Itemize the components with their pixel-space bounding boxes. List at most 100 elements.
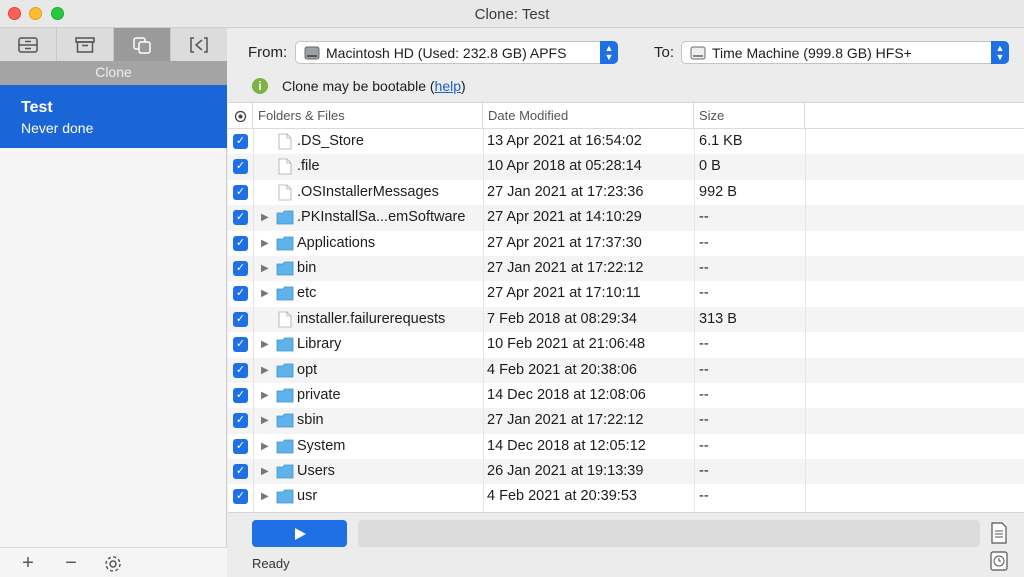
include-checkbox[interactable]: ✓ xyxy=(233,489,248,505)
select-all-header[interactable] xyxy=(228,103,253,129)
file-date-modified: 4 Feb 2021 at 20:39:53 xyxy=(487,488,637,505)
chevron-updown-icon: ▲ ▼ xyxy=(600,41,618,64)
disclosure-triangle-icon[interactable]: ▶ xyxy=(261,231,269,256)
mode-tabs xyxy=(0,28,227,61)
tab-drive[interactable] xyxy=(0,28,57,61)
table-row[interactable]: ✓ ▶ System 14 Dec 2018 at 12:05:12 -- xyxy=(228,434,1024,459)
include-checkbox[interactable]: ✓ xyxy=(233,362,248,378)
file-name: System xyxy=(297,437,346,454)
table-row[interactable]: ✓ ▶ opt 4 Feb 2021 at 20:38:06 -- xyxy=(228,357,1024,383)
disclosure-triangle-icon[interactable]: ▶ xyxy=(261,383,269,408)
file-date-modified: 14 Dec 2018 at 12:08:06 xyxy=(487,386,646,403)
disclosure-triangle-icon[interactable]: ▶ xyxy=(261,459,269,484)
column-date-modified[interactable]: Date Modified xyxy=(483,103,694,129)
disclosure-triangle-icon[interactable]: ▶ xyxy=(261,281,269,306)
table-row[interactable]: ✓ ▶ etc 27 Apr 2021 at 17:10:11 -- xyxy=(228,281,1024,306)
hard-disk-icon xyxy=(304,46,320,59)
file-name: .DS_Store xyxy=(297,133,364,149)
tab-clone[interactable] xyxy=(114,28,171,61)
disclosure-triangle-icon[interactable]: ▶ xyxy=(261,332,269,357)
task-item-test[interactable]: Test Never done xyxy=(0,85,227,148)
info-icon: i xyxy=(252,78,268,94)
table-row[interactable]: ✓ ▶ .PKInstallSa...emSoftware 27 Apr 2021 a… xyxy=(228,205,1024,231)
table-row[interactable]: ✓ ▶ Library 10 Feb 2021 at 21:06:48 -- xyxy=(228,332,1024,357)
status-text: Ready xyxy=(252,556,290,571)
table-row[interactable]: ✓ .OSInstallerMessages 27 Jan 2021 at 17:2… xyxy=(228,180,1024,205)
disclosure-triangle-icon[interactable]: ▶ xyxy=(261,358,269,383)
include-checkbox[interactable]: ✓ xyxy=(233,438,248,454)
schedule-clock-icon[interactable] xyxy=(990,551,1008,571)
table-header: Folders & Files Date Modified Size xyxy=(228,103,1024,129)
folder-icon xyxy=(276,337,294,352)
include-checkbox[interactable]: ✓ xyxy=(233,210,248,226)
tab-sync[interactable] xyxy=(171,28,227,61)
file-date-modified: 27 Jan 2021 at 17:22:12 xyxy=(487,412,644,429)
tab-archive[interactable] xyxy=(57,28,114,61)
file-size: 313 B xyxy=(699,310,737,327)
window-title: Clone: Test xyxy=(474,6,550,23)
file-size: -- xyxy=(699,234,709,251)
disclosure-triangle-icon[interactable]: ▶ xyxy=(261,256,269,281)
disclosure-triangle-icon[interactable]: ▶ xyxy=(261,205,269,230)
clone-icon xyxy=(133,36,151,54)
include-checkbox[interactable]: ✓ xyxy=(233,260,248,276)
column-folders-files[interactable]: Folders & Files xyxy=(253,103,483,129)
file-size: -- xyxy=(699,412,709,429)
table-row[interactable]: ✓ ▶ private 14 Dec 2018 at 12:08:06 -- xyxy=(228,383,1024,408)
active-mode-label-bar: Clone xyxy=(0,61,227,85)
table-row[interactable]: ✓ .file 10 Apr 2018 at 05:28:14 0 B xyxy=(228,154,1024,180)
file-date-modified: 27 Jan 2021 at 17:22:12 xyxy=(487,259,644,276)
settings-button[interactable] xyxy=(101,554,125,577)
include-checkbox[interactable]: ✓ xyxy=(233,337,248,353)
disclosure-triangle-icon[interactable]: ▶ xyxy=(261,434,269,459)
file-size: -- xyxy=(699,386,709,403)
source-label: From: xyxy=(248,44,288,61)
sidebar-toolbar: + − xyxy=(0,547,227,577)
file-icon xyxy=(278,158,292,175)
file-size: 6.1 KB xyxy=(699,133,743,149)
file-name: .OSInstallerMessages xyxy=(297,183,439,200)
file-name: private xyxy=(297,386,341,403)
folder-icon xyxy=(276,261,294,276)
log-document-icon[interactable] xyxy=(990,522,1008,544)
active-mode-label: Clone xyxy=(95,64,132,80)
table-row[interactable]: ✓ .DS_Store 13 Apr 2021 at 16:54:02 6.1 KB xyxy=(228,129,1024,154)
include-checkbox[interactable]: ✓ xyxy=(233,311,248,327)
include-checkbox[interactable]: ✓ xyxy=(233,184,248,200)
add-task-button[interactable]: + xyxy=(16,552,40,575)
include-checkbox[interactable]: ✓ xyxy=(233,413,248,429)
include-checkbox[interactable]: ✓ xyxy=(233,387,248,403)
table-row[interactable]: ✓ installer.failurerequests 7 Feb 2018 at … xyxy=(228,306,1024,333)
include-checkbox[interactable]: ✓ xyxy=(233,134,248,149)
file-size: 992 B xyxy=(699,183,737,200)
file-date-modified: 27 Apr 2021 at 17:37:30 xyxy=(487,234,642,251)
table-row[interactable]: ✓ ▶ Users 26 Jan 2021 at 19:13:39 -- xyxy=(228,459,1024,485)
archive-icon xyxy=(75,36,95,53)
disclosure-triangle-icon[interactable]: ▶ xyxy=(261,408,269,433)
disclosure-triangle-icon[interactable]: ▶ xyxy=(261,484,269,509)
bootable-notice: i Clone may be bootable (help) xyxy=(252,76,466,96)
external-disk-icon xyxy=(690,46,706,59)
start-clone-button[interactable] xyxy=(252,520,347,547)
folder-icon xyxy=(276,413,294,428)
include-checkbox[interactable]: ✓ xyxy=(233,235,248,251)
file-size: -- xyxy=(699,285,709,302)
help-link[interactable]: help xyxy=(435,78,461,94)
file-size: -- xyxy=(699,361,709,378)
file-date-modified: 10 Feb 2021 at 21:06:48 xyxy=(487,336,646,353)
remove-task-button[interactable]: − xyxy=(59,552,83,575)
column-size[interactable]: Size xyxy=(694,103,805,129)
folder-icon xyxy=(276,490,294,504)
include-checkbox[interactable]: ✓ xyxy=(233,159,248,175)
table-row[interactable]: ✓ ▶ bin 27 Jan 2021 at 17:22:12 -- xyxy=(228,255,1024,282)
include-checkbox[interactable]: ✓ xyxy=(233,286,248,302)
file-name: Library xyxy=(297,336,342,353)
table-row[interactable]: ✓ ▶ usr 4 Feb 2021 at 20:39:53 -- xyxy=(228,484,1024,509)
table-body: ✓ .DS_Store 13 Apr 2021 at 16:54:02 6.1 KB ✓… xyxy=(228,129,1024,510)
source-disk-value: Macintosh HD (Used: 232.8 GB) APFS xyxy=(326,44,567,61)
include-checkbox[interactable]: ✓ xyxy=(233,464,248,480)
table-row[interactable]: ✓ ▶ sbin 27 Jan 2021 at 17:22:12 -- xyxy=(228,408,1024,434)
source-disk-popup[interactable]: Macintosh HD (Used: 232.8 GB) APFS ▲ ▼ xyxy=(295,41,618,64)
table-row[interactable]: ✓ ▶ Applications 27 Apr 2021 at 17:37:30 -- xyxy=(228,231,1024,256)
destination-disk-popup[interactable]: Time Machine (999.8 GB) HFS+ ▲ ▼ xyxy=(681,41,1009,64)
